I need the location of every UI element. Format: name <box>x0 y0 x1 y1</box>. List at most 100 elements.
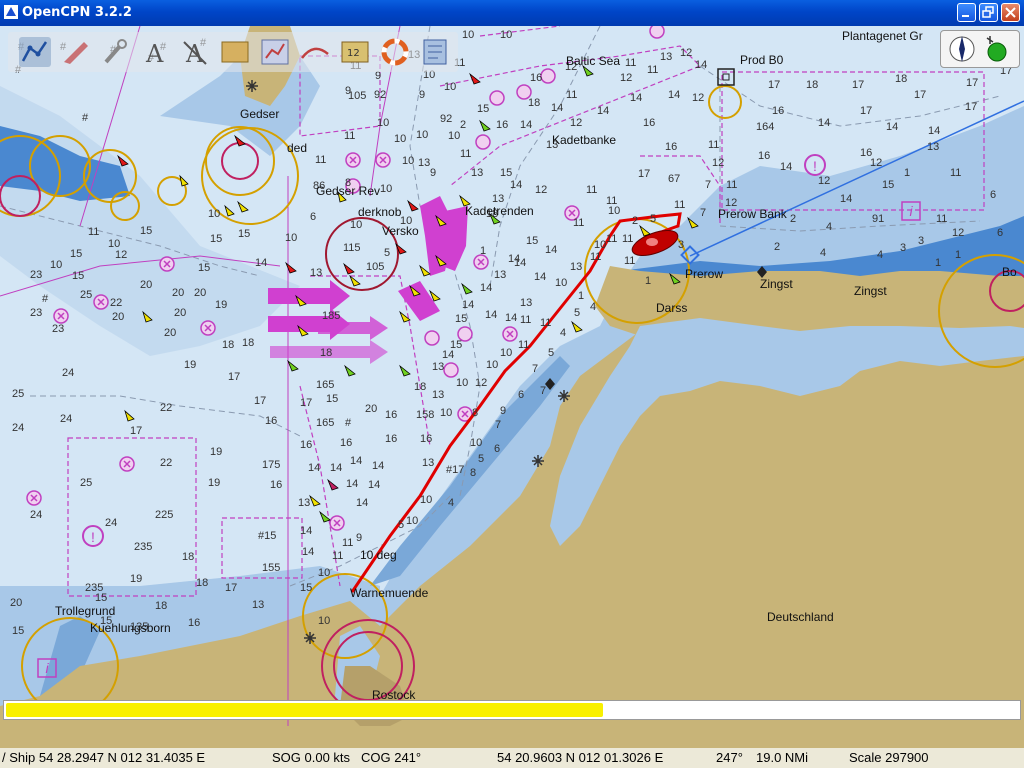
svg-text:15: 15 <box>70 248 82 260</box>
label-plantagenet: Plantagenet Gr <box>842 29 923 43</box>
svg-text:15: 15 <box>326 393 338 405</box>
svg-text:14: 14 <box>485 309 497 321</box>
svg-text:22: 22 <box>110 297 122 309</box>
maximize-button[interactable] <box>979 3 998 22</box>
svg-text:16: 16 <box>420 433 432 445</box>
svg-text:10: 10 <box>608 205 620 217</box>
svg-text:12: 12 <box>818 175 830 187</box>
nautical-chart[interactable]: ! ! i i 9911 9210510 1110 118 866 1014 <box>0 26 1024 748</box>
svg-text:10: 10 <box>318 567 330 579</box>
svg-text:10: 10 <box>208 208 220 220</box>
close-button[interactable] <box>1001 3 1020 22</box>
minimize-button[interactable] <box>957 3 976 22</box>
chart-quilt-tool[interactable] <box>218 36 252 68</box>
svg-text:15: 15 <box>140 225 152 237</box>
svg-text:17: 17 <box>965 101 977 113</box>
tide-tool[interactable]: 12 <box>338 36 372 68</box>
settings-tool[interactable] <box>98 36 132 68</box>
svg-text:6: 6 <box>990 189 996 201</box>
svg-text:23: 23 <box>30 307 42 319</box>
svg-text:18: 18 <box>222 339 234 351</box>
svg-text:17: 17 <box>914 89 926 101</box>
svg-text:14: 14 <box>668 89 680 101</box>
svg-text:10: 10 <box>486 359 498 371</box>
svg-text:1: 1 <box>480 245 486 257</box>
svg-text:14: 14 <box>840 193 852 205</box>
svg-text:11: 11 <box>950 167 961 179</box>
svg-text:14: 14 <box>356 497 368 509</box>
svg-text:11: 11 <box>708 139 719 151</box>
track-tool[interactable] <box>298 36 332 68</box>
label-versko: Versko <box>382 224 419 238</box>
svg-text:13: 13 <box>418 157 430 169</box>
svg-text:14: 14 <box>520 119 532 131</box>
svg-text:12: 12 <box>692 92 704 104</box>
ship-tool[interactable] <box>58 36 92 68</box>
svg-text:10: 10 <box>444 81 456 93</box>
svg-text:16: 16 <box>496 119 508 131</box>
chart-canvas[interactable]: ! ! i i 9911 9210510 1110 118 866 1014 <box>0 26 1024 748</box>
svg-text:24: 24 <box>12 422 24 434</box>
label-10-deg: 10 deg <box>360 548 397 562</box>
svg-text:7: 7 <box>532 363 538 375</box>
svg-text:11: 11 <box>540 317 551 329</box>
svg-text:13: 13 <box>422 457 434 469</box>
svg-text:17: 17 <box>254 395 266 407</box>
text-a-icon: A <box>145 40 164 68</box>
svg-text:1: 1 <box>955 249 961 261</box>
main-toolbar: A A 12 <box>8 32 458 72</box>
svg-text:5: 5 <box>650 213 656 225</box>
label-prod-b0: Prod B0 <box>740 53 784 67</box>
status-bearing: 247° <box>716 750 743 765</box>
svg-text:14: 14 <box>462 299 474 311</box>
text-tool[interactable]: A <box>138 36 172 68</box>
print-tool[interactable] <box>418 36 452 68</box>
status-sog: SOG 0.00 kts <box>272 750 351 765</box>
svg-text:11: 11 <box>88 226 99 238</box>
status-distance: 19.0 NMi <box>756 750 809 765</box>
label-kuehlungsborn: Kuehlungsborn <box>90 621 171 635</box>
ship-icon <box>64 42 88 64</box>
status-bar: / Ship 54 28.2947 N 012 31.4035 E SOG 0.… <box>0 748 1024 768</box>
svg-text:165: 165 <box>316 417 334 429</box>
svg-text:A: A <box>185 40 204 68</box>
svg-text:164: 164 <box>756 121 774 133</box>
svg-text:13: 13 <box>927 141 939 153</box>
svg-text:14: 14 <box>346 478 358 490</box>
svg-text:12: 12 <box>347 48 360 59</box>
route-tool[interactable] <box>18 36 52 68</box>
svg-text:19: 19 <box>208 477 220 489</box>
lifebuoy-icon <box>381 38 409 66</box>
svg-text:7: 7 <box>705 179 711 191</box>
svg-text:11: 11 <box>624 255 635 267</box>
compass-widget[interactable] <box>940 30 1020 68</box>
svg-text:6: 6 <box>997 227 1003 239</box>
svg-text:#15: #15 <box>258 530 276 542</box>
svg-text:15: 15 <box>455 313 467 325</box>
svg-text:14: 14 <box>505 312 517 324</box>
status-ship-position: / Ship 54 28.2947 N 012 31.4035 E <box>2 750 206 765</box>
svg-text:13: 13 <box>252 599 264 611</box>
svg-text:105: 105 <box>366 261 384 273</box>
svg-text:6: 6 <box>310 211 316 223</box>
svg-text:A: A <box>145 40 164 68</box>
svg-text:14: 14 <box>368 479 380 491</box>
svg-text:15: 15 <box>238 228 250 240</box>
svg-text:1: 1 <box>645 275 651 287</box>
route-manager-tool[interactable] <box>258 36 292 68</box>
gps-signal-fill <box>6 703 603 717</box>
svg-text:10: 10 <box>416 129 428 141</box>
svg-text:18: 18 <box>414 381 426 393</box>
svg-text:4: 4 <box>590 301 596 313</box>
text-off-tool[interactable]: A <box>178 36 212 68</box>
svg-text:10: 10 <box>420 494 432 506</box>
svg-text:14: 14 <box>255 257 267 269</box>
svg-text:18: 18 <box>320 347 332 359</box>
svg-text:11: 11 <box>460 148 471 160</box>
svg-text:12: 12 <box>712 157 724 169</box>
opencpn-app-icon <box>4 5 18 19</box>
svg-text:13: 13 <box>471 167 483 179</box>
svg-text:14: 14 <box>330 462 342 474</box>
mob-tool[interactable] <box>378 36 412 68</box>
svg-text:2: 2 <box>632 215 638 227</box>
